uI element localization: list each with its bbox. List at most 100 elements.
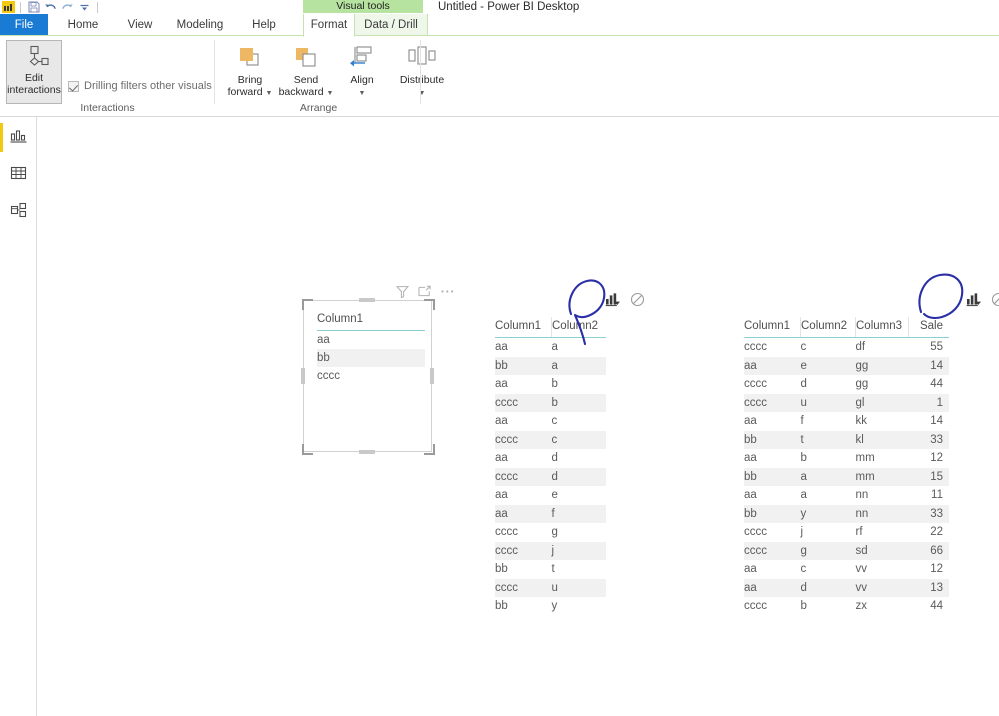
table-cell[interactable]: 14 [909,412,950,431]
table-cell[interactable]: b [801,449,856,468]
table-body[interactable]: aa a bb a aa b cccc b aa c cccc c aa d cccc d aa e aa f cccc… [495,338,606,616]
table-cell[interactable]: df [856,338,909,357]
table-cell[interactable]: kl [855,430,909,449]
table-cell[interactable]: g [800,541,856,560]
table-cell[interactable]: aa [744,412,801,431]
table-row[interactable]: bb a mm 15 [744,467,949,486]
resize-handle-bottom[interactable] [359,450,375,454]
table-cell[interactable]: aa [495,486,552,505]
table-cell[interactable]: f [551,504,606,523]
table-cell[interactable]: aa [744,578,801,597]
table-cell[interactable]: 15 [908,467,949,486]
resize-handle-top-left[interactable] [302,299,313,310]
table-cell[interactable]: 12 [909,560,950,579]
bring-forward-button[interactable]: Bring forward ▼ [222,40,278,102]
distribute-button[interactable]: Distribute ▼ [390,40,454,102]
table-row[interactable]: aa c vv 12 [744,560,949,579]
table-row[interactable]: cccc c df 55 [744,338,949,357]
table-cell[interactable]: a [552,338,607,357]
column-header[interactable]: Column1 [495,317,552,338]
table-cell[interactable]: rf [856,523,909,542]
table-cell[interactable]: cccc [495,430,552,449]
table-cell[interactable]: bb [744,467,801,486]
column-header[interactable]: Column3 [855,317,909,338]
visual-3-table[interactable]: Column1 Column2 Column3 Sale cccc c df 55 aa e gg… [744,317,949,616]
resize-handle-bottom-left[interactable] [302,444,313,455]
table-cell[interactable]: mm [856,449,909,468]
table-cell[interactable]: cccc [495,393,552,412]
table-cell[interactable]: cccc [495,467,552,486]
table-row[interactable]: cccc [317,367,425,385]
table-cell[interactable]: aa [317,331,425,350]
table-cell[interactable]: bb [744,504,801,523]
table-cell[interactable]: cccc [495,523,552,542]
table-row[interactable]: aa f [495,504,606,523]
table-row[interactable]: cccc j rf 22 [744,523,949,542]
table-row[interactable]: bb t kl 33 [744,430,949,449]
tab-help[interactable]: Help [240,14,288,36]
table-cell[interactable]: 55 [909,338,950,357]
table-row[interactable]: aa f kk 14 [744,412,949,431]
table-cell[interactable]: j [801,523,856,542]
table-cell[interactable]: aa [495,412,552,431]
table-cell[interactable]: cccc [744,541,801,560]
table-cell[interactable]: aa [744,356,801,375]
table-cell[interactable]: zx [856,597,909,616]
table-row[interactable]: aa d [495,449,606,468]
visual-1[interactable]: Column1 aa bb cccc [301,285,454,455]
drilling-filters-other-visuals-checkbox[interactable]: Drilling filters other visuals [68,80,212,92]
dropdown-caret-icon[interactable]: ▼ [326,90,333,97]
table-cell[interactable]: 44 [909,375,950,394]
table-cell[interactable]: cccc [495,541,552,560]
resize-handle-top-right[interactable] [424,299,435,310]
table-row[interactable]: bb y nn 33 [744,504,949,523]
table-cell[interactable]: u [800,393,856,412]
more-options-icon[interactable] [440,285,455,301]
table-row[interactable]: cccc u gl 1 [744,393,949,412]
table-cell[interactable]: a [800,467,856,486]
table-cell[interactable]: 66 [908,541,949,560]
tab-file[interactable]: File [0,14,48,36]
table-row[interactable]: cccc c [495,430,606,449]
table-cell[interactable]: aa [495,449,552,468]
table-cell[interactable]: a [551,356,606,375]
table-cell[interactable]: 44 [909,597,950,616]
table-cell[interactable]: c [801,338,856,357]
none-interaction-icon[interactable] [991,292,999,310]
table-cell[interactable]: bb [495,356,552,375]
table-cell[interactable]: bb [495,597,552,616]
table-cell[interactable]: a [801,486,856,505]
table-cell[interactable]: t [800,430,856,449]
visual-2[interactable]: Column1 Column2 aa a bb a aa b cccc b aa c cccc c aa d… [495,292,645,616]
table-cell[interactable]: aa [495,504,552,523]
table-cell[interactable]: cccc [744,375,801,394]
table-cell[interactable]: bb [495,560,552,579]
resize-handle-left[interactable] [301,368,305,384]
resize-handle-bottom-right[interactable] [424,444,435,455]
visual-3[interactable]: Column1 Column2 Column3 Sale cccc c df 55 aa e gg… [744,292,999,616]
table-cell[interactable]: cccc [495,578,552,597]
table-cell[interactable]: gl [855,393,909,412]
column-header[interactable]: Sale [908,317,949,338]
table-cell[interactable]: gg [855,356,909,375]
table-cell[interactable]: y [552,597,607,616]
filter-icon[interactable] [395,285,410,301]
column-header[interactable]: Column2 [551,317,606,338]
save-icon[interactable] [26,1,41,14]
table-row[interactable]: cccc d [495,467,606,486]
column-header[interactable]: Column1 [744,317,801,338]
redo-icon[interactable] [60,1,75,14]
table-cell[interactable]: cccc [744,597,801,616]
table-cell[interactable]: cccc [744,523,801,542]
table-cell[interactable]: 14 [908,356,949,375]
resize-handle-right[interactable] [430,368,434,384]
tab-home[interactable]: Home [60,14,106,36]
table-row[interactable]: aa e gg 14 [744,356,949,375]
table-cell[interactable]: j [551,541,606,560]
table-cell[interactable]: gg [856,375,909,394]
table-cell[interactable]: aa [744,449,801,468]
dropdown-caret-icon[interactable]: ▼ [266,90,273,97]
table-row[interactable]: cccc b [495,393,606,412]
table-cell[interactable]: vv [855,578,909,597]
edit-interactions-button[interactable]: Edit interactions [6,40,62,104]
